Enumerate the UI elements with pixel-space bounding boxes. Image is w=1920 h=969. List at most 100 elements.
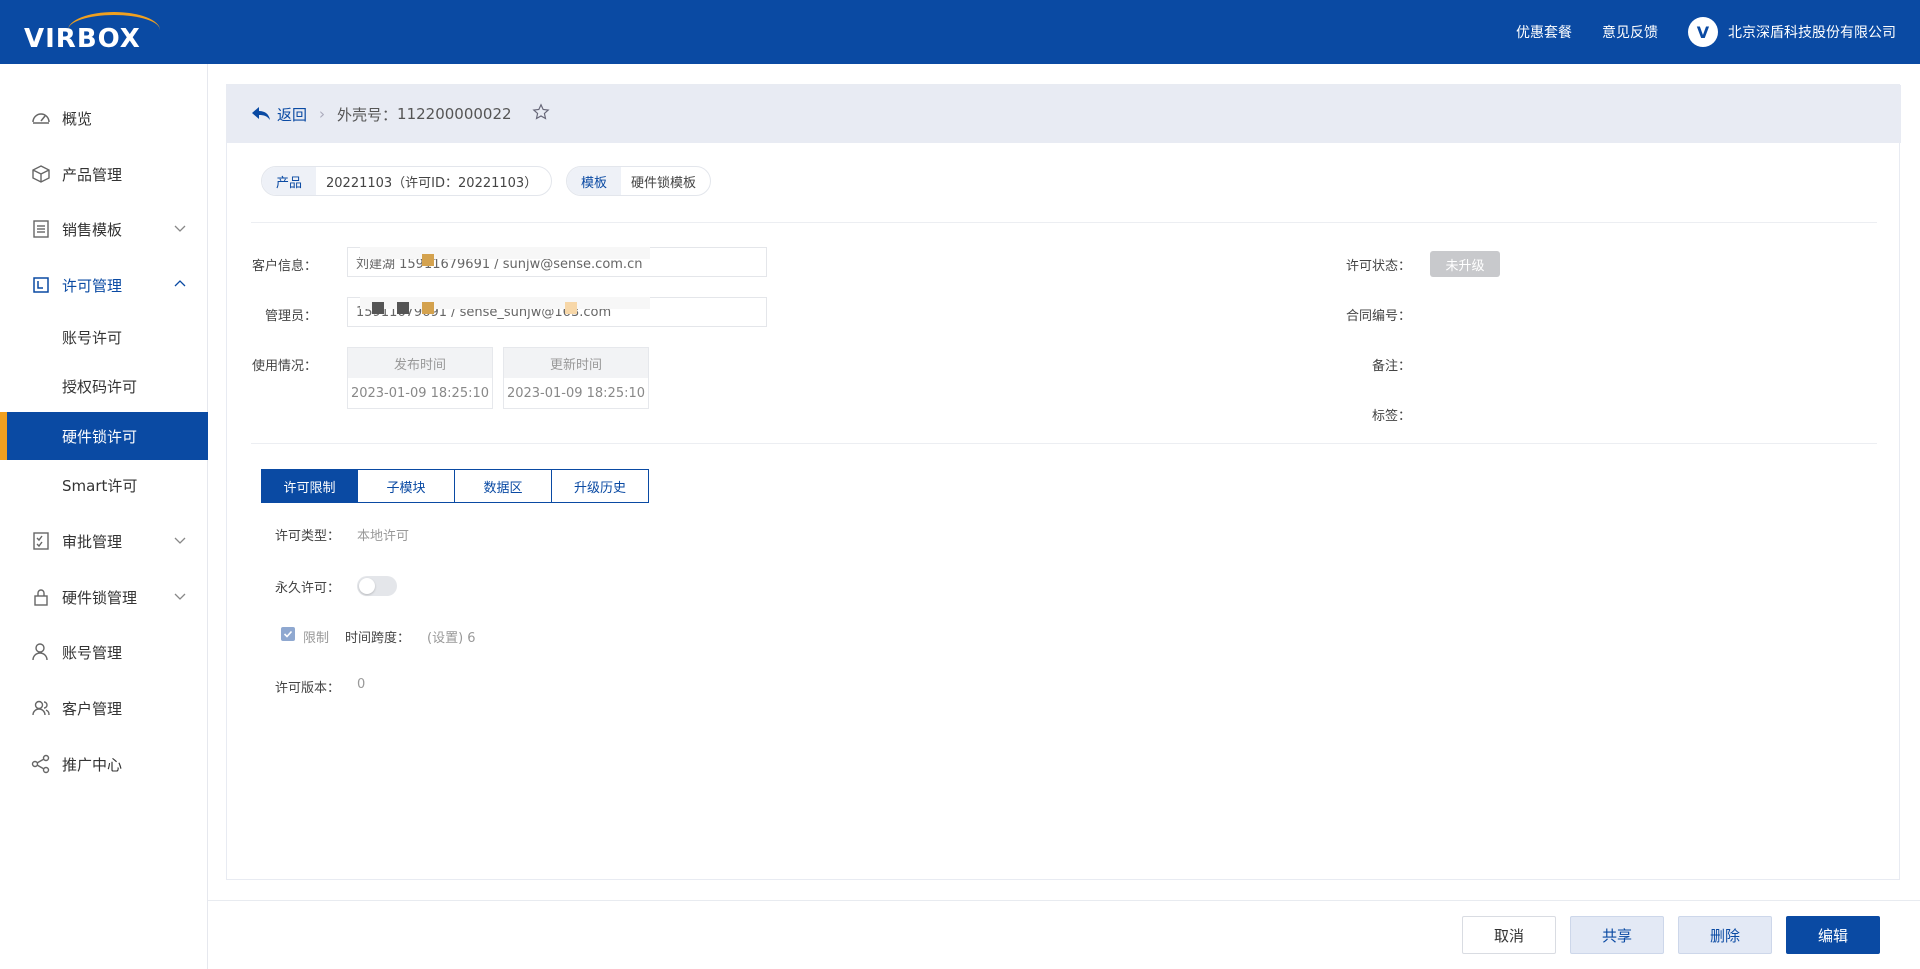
sidebar-item-products[interactable]: 产品管理 xyxy=(0,149,208,199)
shell-number-label: 外壳号： xyxy=(337,105,398,124)
top-bar: VIRBOX 优惠套餐 意见反馈 V 北京深盾科技股份有限公司 xyxy=(0,0,1920,64)
tags-label: 标签： xyxy=(1371,409,1411,424)
template-tag: 模板 xyxy=(567,167,622,195)
publish-time-header: 发布时间 xyxy=(348,348,492,378)
admin-label: 管理员： xyxy=(264,309,317,324)
license-type-label: 许可类型： xyxy=(275,529,341,544)
chevron-down-icon xyxy=(174,225,186,232)
top-link-offers[interactable]: 优惠套餐 xyxy=(1516,22,1572,42)
usage-label: 使用情况： xyxy=(251,359,317,374)
sidebar-item-approval[interactable]: 审批管理 xyxy=(0,516,208,566)
sidebar-item-label: 推广中心 xyxy=(62,755,123,774)
permanent-license-toggle[interactable] xyxy=(357,576,397,596)
divider xyxy=(251,443,1877,444)
redaction-mark xyxy=(565,302,577,314)
sidebar-item-license[interactable]: 许可管理 xyxy=(0,260,208,310)
back-label: 返回 xyxy=(277,105,308,124)
time-span-label: 时间跨度： xyxy=(345,631,411,646)
share-icon xyxy=(30,753,52,775)
redaction-mark xyxy=(372,302,384,314)
sidebar-item-label: 许可管理 xyxy=(62,276,123,295)
product-tag: 产品 xyxy=(262,167,317,195)
sidebar-item-hardware-lock[interactable]: 硬件锁管理 xyxy=(0,572,208,622)
sidebar-item-sales-template[interactable]: 销售模板 xyxy=(0,204,208,254)
cancel-button[interactable]: 取消 xyxy=(1462,916,1556,954)
limit-label: 限制 xyxy=(303,631,330,646)
share-button[interactable]: 共享 xyxy=(1570,916,1664,954)
redaction-mask xyxy=(360,247,650,259)
update-time-value: 2023-01-09 18:25:10 xyxy=(506,385,646,401)
template-pill: 模板 硬件锁模板 xyxy=(566,166,712,196)
list-icon xyxy=(30,218,52,240)
chevron-down-icon xyxy=(174,537,186,544)
top-links: 优惠套餐 意见反馈 V 北京深盾科技股份有限公司 xyxy=(1516,0,1896,64)
edit-button[interactable]: 编辑 xyxy=(1786,916,1880,954)
update-time-cell: 更新时间 2023-01-09 18:25:10 xyxy=(503,347,649,409)
box-icon xyxy=(30,163,52,185)
sidebar-sub-smart-license[interactable]: Smart许可 xyxy=(0,461,208,509)
sidebar-sub-account-license[interactable]: 账号许可 xyxy=(0,313,208,361)
delete-button[interactable]: 删除 xyxy=(1678,916,1772,954)
license-detail-panel: 返回 › 外壳号： 112200000022 产品 20221103（许可ID：… xyxy=(226,84,1901,880)
breadcrumb: 返回 › 外壳号： 112200000022 xyxy=(227,85,1901,143)
limit-checkbox[interactable] xyxy=(281,627,295,641)
sidebar-sub-hardware-license[interactable]: 硬件锁许可 xyxy=(0,412,208,460)
sidebar-sub-authcode-license[interactable]: 授权码许可 xyxy=(0,362,208,410)
permanent-license-label: 永久许可： xyxy=(275,581,341,596)
approval-icon xyxy=(30,530,52,552)
customer-info-label: 客户信息： xyxy=(251,259,317,274)
license-version-label: 许可版本： xyxy=(275,681,341,696)
company-name: 北京深盾科技股份有限公司 xyxy=(1728,25,1896,41)
license-status-label: 许可状态： xyxy=(1345,259,1411,274)
top-link-feedback[interactable]: 意见反馈 xyxy=(1602,22,1658,42)
back-button[interactable]: 返回 xyxy=(251,104,307,125)
checkmark-icon xyxy=(283,630,293,638)
time-span-value: (设置) 6 xyxy=(427,631,476,646)
sidebar-item-overview[interactable]: 概览 xyxy=(0,93,208,143)
shell-number-value: 112200000022 xyxy=(397,105,512,123)
contract-number-label: 合同编号： xyxy=(1345,309,1411,324)
update-time-header: 更新时间 xyxy=(504,348,648,378)
publish-time-value: 2023-01-09 18:25:10 xyxy=(350,385,490,401)
sidebar-item-customers[interactable]: 客户管理 xyxy=(0,683,208,733)
company-logo-icon: V xyxy=(1688,17,1718,47)
back-arrow-icon xyxy=(252,107,270,120)
logo-text: VIRBOX xyxy=(24,24,141,54)
product-pill: 产品 20221103（许可ID：20221103） xyxy=(261,166,553,196)
redaction-mark xyxy=(422,302,434,314)
divider xyxy=(251,222,1877,223)
tab-upgrade-history[interactable]: 升级历史 xyxy=(552,469,649,503)
lock-icon xyxy=(30,586,52,608)
sidebar-item-label: 客户管理 xyxy=(62,699,123,718)
template-value: 硬件锁模板 xyxy=(631,175,697,191)
sidebar-item-label: 概览 xyxy=(62,109,93,128)
sidebar-item-promotion[interactable]: 推广中心 xyxy=(0,739,208,789)
sidebar-item-account[interactable]: 账号管理 xyxy=(0,627,208,677)
company-menu[interactable]: V 北京深盾科技股份有限公司 xyxy=(1688,17,1896,47)
sidebar-item-label: 账号管理 xyxy=(62,643,123,662)
sidebar-item-label: 审批管理 xyxy=(62,532,123,551)
star-icon[interactable] xyxy=(532,103,550,125)
redaction-mark xyxy=(422,254,434,266)
license-tabs: 许可限制 子模块 数据区 升级历史 xyxy=(261,469,649,503)
product-value: 20221103（许可ID：20221103） xyxy=(326,175,538,191)
license-type-value: 本地许可 xyxy=(357,529,410,544)
tab-data-area[interactable]: 数据区 xyxy=(455,469,552,503)
redaction-mark xyxy=(397,302,409,314)
dashboard-icon xyxy=(30,107,52,129)
toggle-knob xyxy=(359,578,375,594)
license-version-value: 0 xyxy=(357,677,366,692)
chevron-down-icon xyxy=(174,593,186,600)
virbox-logo[interactable]: VIRBOX xyxy=(24,10,184,54)
remark-label: 备注： xyxy=(1371,359,1411,374)
customers-icon xyxy=(30,697,52,719)
user-icon xyxy=(30,641,52,663)
tab-license-limits[interactable]: 许可限制 xyxy=(261,469,358,503)
chevron-up-icon xyxy=(174,280,186,287)
tab-submodules[interactable]: 子模块 xyxy=(358,469,455,503)
sidebar-item-label: 硬件锁管理 xyxy=(62,588,138,607)
breadcrumb-separator-icon: › xyxy=(319,105,326,123)
sidebar-item-label: 产品管理 xyxy=(62,165,123,184)
sidebar: 概览 产品管理 销售模板 许可管理 账号许可 授权码许可 硬件锁许可 Smart… xyxy=(0,64,208,969)
sidebar-item-label: 销售模板 xyxy=(62,220,123,239)
